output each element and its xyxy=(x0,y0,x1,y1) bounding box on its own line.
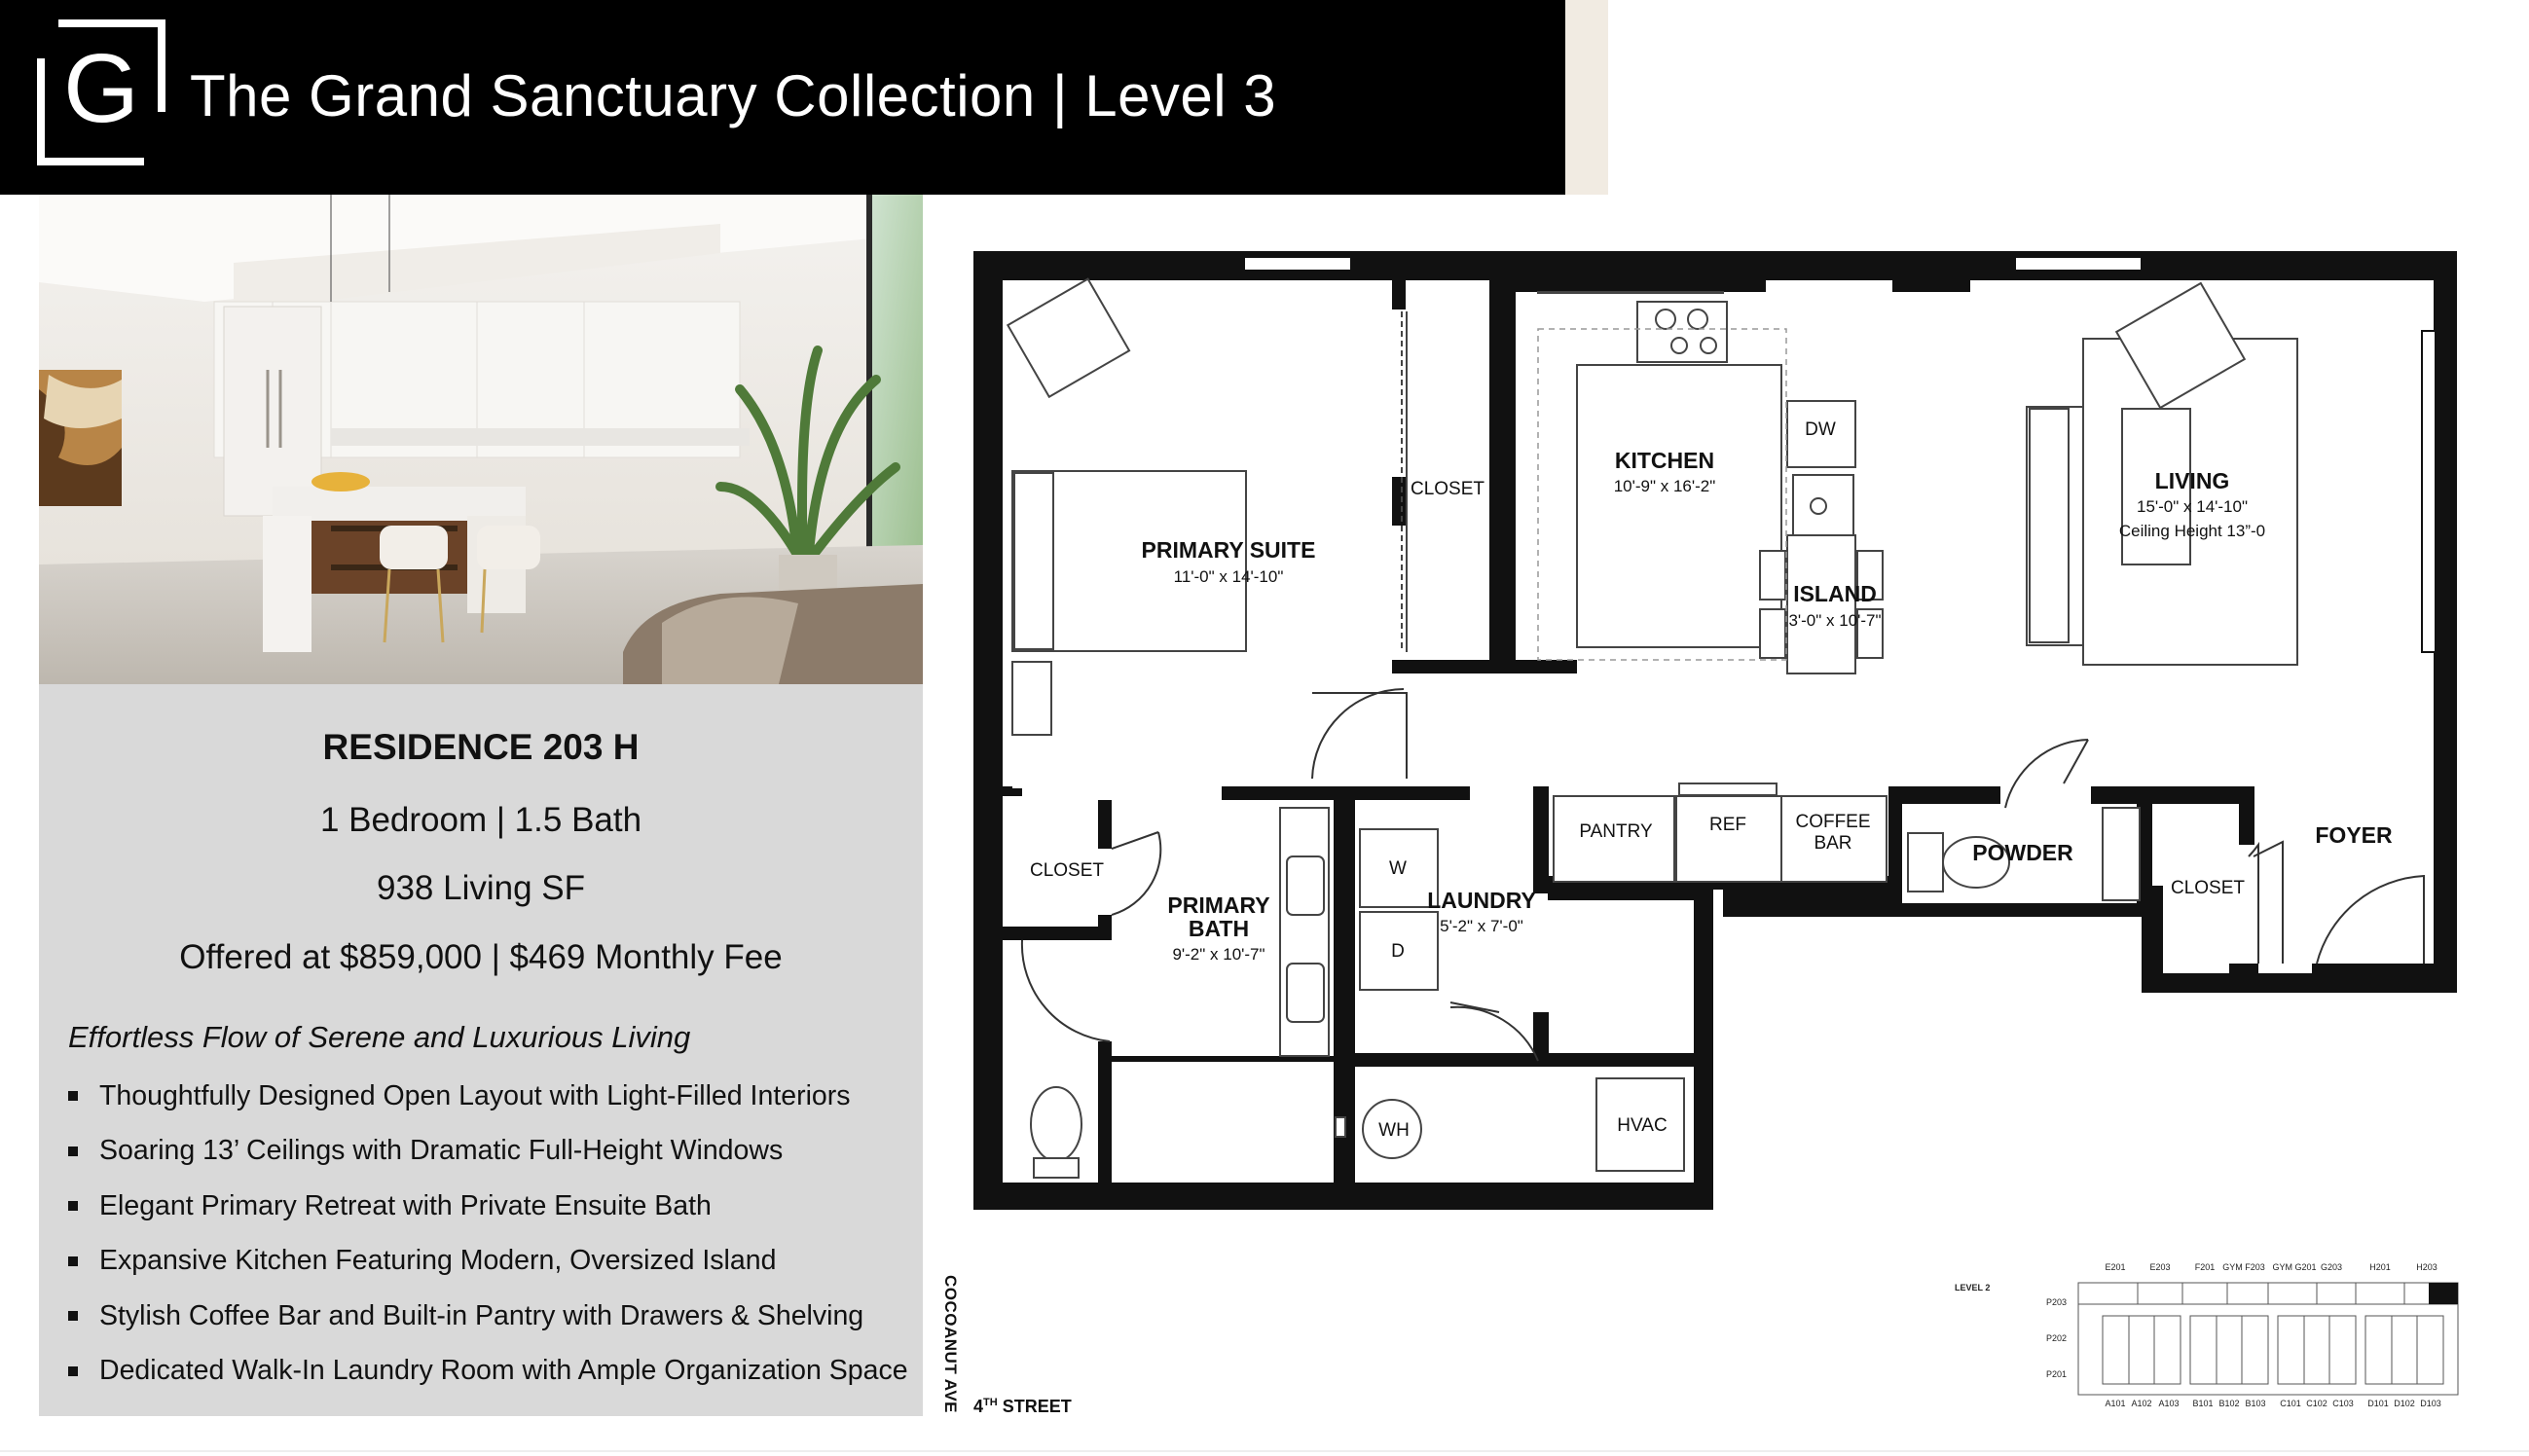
square-bullet-icon xyxy=(68,1091,78,1102)
bottom-divider xyxy=(0,1450,2529,1452)
powder-label: POWDER xyxy=(1972,840,2073,865)
keyplan-unit-label: H201 xyxy=(2369,1262,2391,1272)
square-bullet-icon xyxy=(68,1201,78,1212)
dishwasher-label: DW xyxy=(1805,419,1836,440)
pantry-label: PANTRY xyxy=(1579,821,1653,842)
keyplan-unit-label: A103 xyxy=(2158,1399,2179,1408)
keyplan-unit-label: E201 xyxy=(2105,1262,2125,1272)
primary-suite-dimensions: 11'-0" x 14'-10" xyxy=(1174,567,1284,586)
residence-name: RESIDENCE 203 H xyxy=(322,727,640,767)
square-bullet-icon xyxy=(68,1311,78,1322)
primary-bath-label-2: BATH xyxy=(1189,916,1249,941)
living-label: LIVING xyxy=(2155,468,2230,493)
feature-item: Elegant Primary Retreat with Private Ens… xyxy=(68,1179,908,1234)
header-accent-strip xyxy=(1565,0,1608,195)
grand-logo-icon: G xyxy=(37,19,165,165)
residence-info-panel: RESIDENCE 203 H 1 Bedroom | 1.5 Bath 938… xyxy=(39,684,923,1416)
laundry-label: LAUNDRY xyxy=(1427,888,1536,913)
keyplan-unit-label: A102 xyxy=(2131,1399,2151,1408)
key-plan: LEVEL 2 E201 E203 F201 GYM F203 GYM G201… xyxy=(1955,1262,2459,1408)
price-and-fee: Offered at $859,000 | $469 Monthly Fee xyxy=(179,938,783,976)
hvac-label: HVAC xyxy=(1617,1115,1667,1136)
living-area: 938 Living SF xyxy=(376,869,586,907)
island-label: ISLAND xyxy=(1793,581,1877,606)
floor-plan: PRIMARY SUITE 11'-0" x 14'-10" CLOSET KI… xyxy=(973,251,2457,1210)
keyplan-unit-label: P202 xyxy=(2046,1333,2067,1343)
keyplan-unit-label: B102 xyxy=(2218,1399,2239,1408)
keyplan-unit-label: E203 xyxy=(2149,1262,2170,1272)
street-label-horizontal: 4TH STREET xyxy=(973,1397,1072,1416)
primary-bath-label-1: PRIMARY xyxy=(1167,892,1269,918)
primary-bath-dimensions: 9'-2" x 10'-7" xyxy=(1172,945,1264,964)
feature-item: Stylish Coffee Bar and Built-in Pantry w… xyxy=(68,1289,908,1344)
keyplan-level-label: LEVEL 2 xyxy=(1955,1283,1990,1292)
header-bar: G The Grand Sanctuary Collection | Level… xyxy=(0,0,1565,195)
bed-bath-count: 1 Bedroom | 1.5 Bath xyxy=(319,801,642,839)
keyplan-unit-label: P203 xyxy=(2046,1297,2067,1307)
kitchen-label: KITCHEN xyxy=(1615,448,1714,473)
plan-fixtures xyxy=(1006,277,2298,1179)
keyplan-unit-label: C101 xyxy=(2280,1399,2301,1408)
svg-text:G: G xyxy=(63,34,139,143)
living-dimensions: 15'-0" x 14'-10" xyxy=(2137,497,2248,516)
interior-photo xyxy=(39,195,923,684)
page-title: The Grand Sanctuary Collection | Level 3 xyxy=(190,63,1277,128)
square-bullet-icon xyxy=(68,1256,78,1266)
foyer-label: FOYER xyxy=(2315,822,2393,848)
keyplan-unit-label: A101 xyxy=(2105,1399,2125,1408)
keyplan-unit-label: B103 xyxy=(2245,1399,2265,1408)
keyplan-unit-label: GYM G201 xyxy=(2272,1262,2316,1272)
laundry-dimensions: 5'-2" x 7'-0" xyxy=(1440,917,1523,935)
feature-item: Thoughtfully Designed Open Layout with L… xyxy=(68,1069,908,1124)
keyplan-unit-label: G203 xyxy=(2321,1262,2342,1272)
coffee-bar-label-1: COFFEE xyxy=(1795,812,1870,832)
keyplan-unit-label: F201 xyxy=(2195,1262,2216,1272)
feature-item: Soaring 13’ Ceilings with Dramatic Full-… xyxy=(68,1124,908,1180)
closet-label-suite: CLOSET xyxy=(1411,479,1484,499)
feature-list: Thoughtfully Designed Open Layout with L… xyxy=(68,1069,908,1399)
keyplan-unit-label: P201 xyxy=(2046,1369,2067,1379)
primary-suite-label: PRIMARY SUITE xyxy=(1142,537,1316,563)
keyplan-unit-label: GYM F203 xyxy=(2222,1262,2265,1272)
living-ceiling-height: Ceiling Height 13”-0 xyxy=(2119,522,2265,540)
water-heater-label: WH xyxy=(1378,1120,1410,1141)
closet-label-foyer: CLOSET xyxy=(2171,878,2245,898)
feature-item: Dedicated Walk-In Laundry Room with Ampl… xyxy=(68,1344,908,1400)
keyplan-highlight-unit xyxy=(2429,1283,2458,1304)
washer-label: W xyxy=(1389,858,1407,879)
dryer-label: D xyxy=(1391,941,1405,962)
keyplan-unit-label: C103 xyxy=(2332,1399,2354,1408)
closet-label-bath: CLOSET xyxy=(1030,860,1104,881)
keyplan-unit-label: C102 xyxy=(2306,1399,2327,1408)
keyplan-unit-label: B101 xyxy=(2192,1399,2213,1408)
keyplan-unit-label: H203 xyxy=(2416,1262,2437,1272)
coffee-bar-label-2: BAR xyxy=(1814,833,1851,854)
kitchen-dimensions: 10'-9" x 16'-2" xyxy=(1614,477,1716,495)
keyplan-unit-label: D103 xyxy=(2420,1399,2441,1408)
square-bullet-icon xyxy=(68,1146,78,1156)
keyplan-unit-label: D102 xyxy=(2394,1399,2415,1408)
island-dimensions: 3'-0" x 10'-7" xyxy=(1788,611,1881,630)
tagline: Effortless Flow of Serene and Luxurious … xyxy=(68,1020,691,1054)
square-bullet-icon xyxy=(68,1365,78,1376)
feature-item: Expansive Kitchen Featuring Modern, Over… xyxy=(68,1234,908,1290)
ref-label: REF xyxy=(1709,815,1746,835)
street-label-vertical: COCOANUT AVE xyxy=(941,1275,960,1413)
keyplan-outline xyxy=(2077,1282,2459,1396)
keyplan-unit-label: D101 xyxy=(2367,1399,2389,1408)
